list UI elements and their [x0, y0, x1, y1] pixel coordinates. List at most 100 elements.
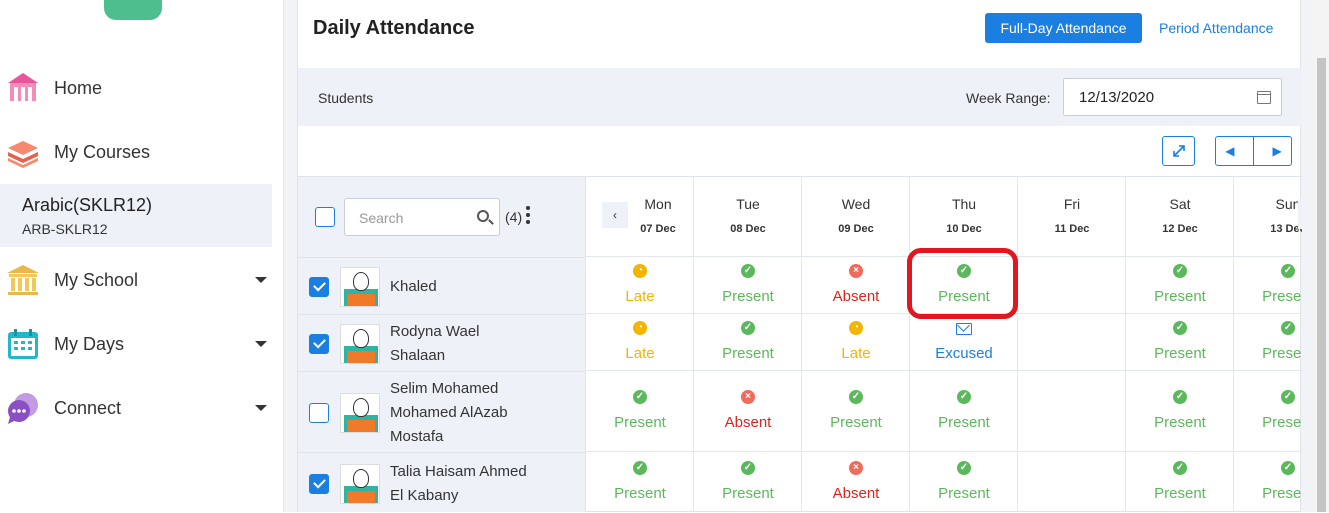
sidebar-item-home[interactable]: Home [0, 56, 272, 120]
next-week-icon[interactable]: ▶ [1272, 144, 1281, 158]
student-name-line: Mohamed AlAzab [390, 403, 508, 421]
attendance-cell[interactable]: × Absent [802, 257, 910, 314]
attendance-cell[interactable]: ✓ Present [1126, 314, 1234, 371]
week-range-input[interactable]: 12/13/2020 [1063, 78, 1282, 116]
attendance-cell[interactable]: ◔ Late [586, 314, 694, 371]
clock-icon: ◔ [633, 263, 647, 278]
day-header[interactable]: Fri 11 Dec [1018, 177, 1126, 257]
attendance-cell[interactable]: ✓ Present [694, 257, 802, 314]
search-icon[interactable] [477, 210, 489, 222]
full-day-attendance-button[interactable]: Full-Day Attendance [985, 13, 1142, 43]
attendance-status: Late [625, 344, 655, 362]
day-name: Thu [951, 196, 977, 212]
week-range-label: Week Range: [966, 90, 1051, 106]
attendance-cell[interactable]: × Absent [802, 452, 910, 512]
sidebar-item-my-school[interactable]: My School [0, 248, 272, 312]
attendance-cell[interactable]: ✓ Present [694, 452, 802, 512]
attendance-cell[interactable] [1018, 371, 1126, 452]
student-checkbox[interactable] [309, 402, 329, 423]
students-label: Students [318, 90, 374, 106]
chat-bubbles-icon [8, 393, 38, 424]
attendance-status: Present [938, 484, 990, 502]
check-circle-icon: ✓ [633, 460, 647, 475]
previous-week-icon[interactable]: ◀ [1225, 144, 1234, 158]
student-name[interactable]: Khaled [390, 275, 437, 299]
attendance-cell[interactable]: ✓ Present [910, 371, 1018, 452]
attendance-cell[interactable]: ✓ Present [586, 371, 694, 452]
attendance-cell[interactable]: ✓ Present [1126, 257, 1234, 314]
day-header[interactable]: Sun 13 Dec [1234, 177, 1302, 257]
attendance-status: Present [1154, 287, 1206, 305]
student-checkbox[interactable] [309, 333, 329, 354]
attendance-status: Present [830, 413, 882, 431]
sidebar-item-my-days[interactable]: My Days [0, 312, 272, 376]
check-circle-icon: ✓ [1281, 460, 1295, 475]
attendance-cell[interactable] [1018, 257, 1126, 314]
clock-icon: ◔ [849, 320, 863, 335]
student-row: Selim Mohamed Mohamed AlAzab Mostafa [298, 371, 586, 452]
attendance-cell[interactable]: ✓ Present [910, 452, 1018, 512]
attendance-cell[interactable]: ✓ Present [1234, 257, 1302, 314]
x-circle-icon: × [741, 389, 755, 404]
student-checkbox[interactable] [309, 276, 329, 297]
day-header[interactable]: Wed 09 Dec [802, 177, 910, 257]
attendance-cell[interactable]: ✓ Present [1126, 452, 1234, 512]
books-stack-icon [8, 141, 38, 168]
attendance-cell[interactable]: ✓ Present [1234, 371, 1302, 452]
next-day-edge[interactable] [1298, 199, 1302, 229]
attendance-cell[interactable]: ✓ Present [802, 371, 910, 452]
attendance-status: Present [1154, 344, 1206, 362]
attendance-cell[interactable]: ✓ Present [1126, 371, 1234, 452]
previous-day-icon[interactable]: ‹ [602, 202, 628, 228]
student-name[interactable]: Talia Haisam Ahmed El Kabany [390, 460, 527, 508]
sidebar-item-label: Connect [54, 397, 122, 418]
select-all-checkbox[interactable] [315, 207, 335, 227]
scrollbar-thumb[interactable] [1317, 58, 1326, 512]
attendance-cell[interactable] [1018, 314, 1126, 371]
attendance-status: Present [614, 413, 666, 431]
attendance-status: Present [938, 413, 990, 431]
clock-icon: ◔ [633, 320, 647, 335]
student-count: (4) [505, 209, 523, 225]
attendance-cell[interactable]: ✓ Present [1234, 452, 1302, 512]
attendance-cell[interactable] [1018, 452, 1126, 512]
search-input[interactable]: Search [344, 198, 500, 236]
student-checkbox[interactable] [309, 473, 329, 494]
attendance-cell[interactable]: ✓ Present [694, 314, 802, 371]
day-header[interactable]: Thu 10 Dec [910, 177, 1018, 257]
attendance-cell[interactable]: × Absent [694, 371, 802, 452]
days-area: Mon 07 Dec ◔ Late ◔ Late ✓ Present ✓ Present Tue 08… [586, 176, 1302, 512]
attendance-cell[interactable]: ◔ Late [802, 314, 910, 371]
day-header[interactable]: Tue 08 Dec [694, 177, 802, 257]
sidebar-item-label: My Courses [54, 141, 151, 162]
school-home-icon [8, 73, 38, 101]
day-name: Sat [1169, 196, 1191, 212]
main-content: Daily Attendance Full-Day Attendance Per… [284, 0, 1329, 512]
student-name-line: Mostafa [390, 427, 444, 445]
expand-button[interactable] [1162, 136, 1195, 166]
week-range-value: 12/13/2020 [1079, 89, 1155, 106]
attendance-status: Present [1262, 413, 1302, 431]
page-title: Daily Attendance [313, 17, 475, 39]
sidebar-item-my-courses[interactable]: My Courses [0, 120, 272, 184]
check-circle-icon: ✓ [849, 389, 863, 404]
student-name[interactable]: Selim Mohamed Mohamed AlAzab Mostafa [390, 377, 508, 449]
calendar-icon[interactable] [1257, 91, 1271, 104]
attendance-status: Present [722, 484, 774, 502]
check-circle-icon: ✓ [1281, 389, 1295, 404]
student-name[interactable]: Rodyna Wael Shalaan [390, 320, 480, 368]
day-header[interactable]: Sat 12 Dec [1126, 177, 1234, 257]
sidebar-item-connect[interactable]: Connect [0, 376, 272, 440]
attendance-cell[interactable]: ◔ Late [586, 257, 694, 314]
attendance-cell[interactable]: ✓ Present [586, 452, 694, 512]
period-attendance-link[interactable]: Period Attendance [1159, 13, 1279, 43]
attendance-cell[interactable]: ✓ Present [1234, 314, 1302, 371]
sidebar-course-item[interactable]: Arabic(SKLR12) ARB-SKLR12 [0, 184, 272, 247]
more-options-icon[interactable] [526, 206, 530, 224]
student-avatar [340, 463, 380, 504]
attendance-cell[interactable]: Excused [910, 314, 1018, 371]
attendance-status: Present [614, 484, 666, 502]
day-column-sat: Sat 12 Dec ✓ Present ✓ Present ✓ Present ✓ Presen… [1126, 177, 1234, 512]
columns-building-icon [7, 265, 39, 295]
student-name-line: Shalaan [390, 346, 446, 364]
